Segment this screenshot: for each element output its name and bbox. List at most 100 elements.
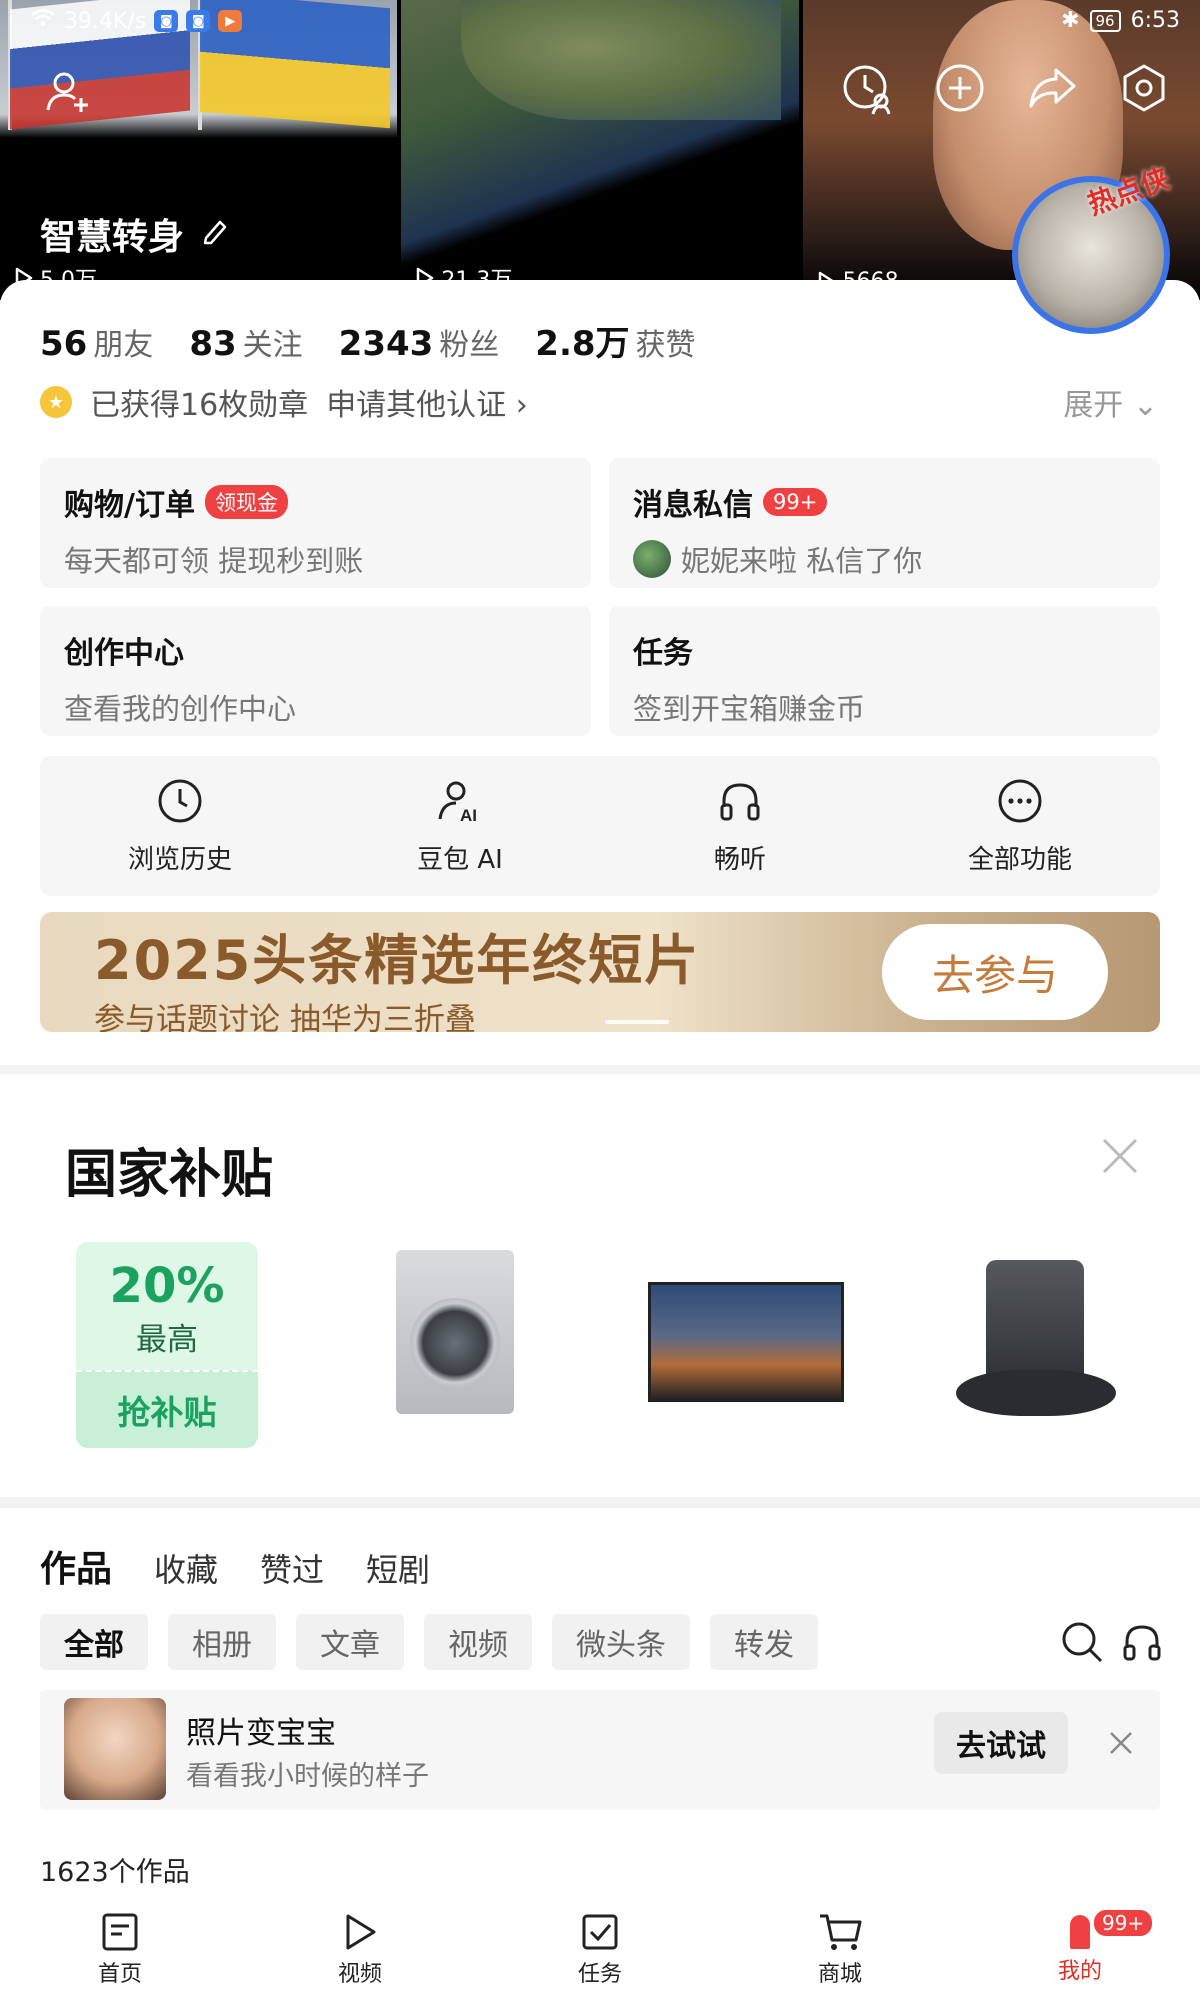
nav-mine[interactable]: 我的 99+	[960, 1900, 1200, 2000]
stat-fans[interactable]: 2343 粉丝	[339, 320, 500, 364]
status-bar-left: 39.4K/s ◙ ◙ ▶	[30, 8, 243, 34]
feature-label: 全部功能	[967, 844, 1072, 875]
feature-all[interactable]: 全部功能	[880, 756, 1160, 896]
product-washing-machine[interactable]	[396, 1250, 514, 1414]
quick-entry-grid: 购物/订单 领现金 每天都可领 提现秒到账 消息私信 99+ 妮妮来啦 私信了你 创…	[40, 458, 1160, 736]
filter-article[interactable]: 文章	[296, 1614, 404, 1670]
cart-icon	[818, 1912, 862, 1952]
filter-chips: 全部 相册 文章 视频 微头条 转发	[40, 1614, 818, 1670]
messages-card[interactable]: 消息私信 99+ 妮妮来啦 私信了你	[609, 458, 1160, 588]
card-title: 消息私信	[633, 488, 753, 523]
card-title: 创作中心	[64, 636, 184, 671]
bluetooth-icon: ✱	[1061, 8, 1080, 33]
stats-row: 56 朋友 83 关注 2343 粉丝 2.8万 获赞	[40, 316, 696, 365]
tab-short-drama[interactable]: 短剧	[366, 1545, 430, 1591]
feature-doubao-ai[interactable]: AI 豆包 AI	[320, 756, 600, 896]
close-icon[interactable]	[1106, 1728, 1136, 1762]
battery-icon: 96	[1089, 9, 1121, 32]
avatar	[633, 540, 671, 578]
filter-micro-post[interactable]: 微头条	[552, 1614, 690, 1670]
medal-text[interactable]: 已获得16枚勋章	[90, 380, 308, 424]
more-icon	[996, 777, 1044, 825]
feature-listen[interactable]: 畅听	[600, 756, 880, 896]
card-subtitle: 妮妮来啦 私信了你	[681, 544, 923, 578]
banner-subtitle: 参与话题讨论 抽华为三折叠	[94, 1002, 476, 1032]
nav-label: 视频	[337, 1962, 382, 1987]
subsidy-coupon[interactable]: 20% 最高 抢补贴	[76, 1242, 258, 1448]
profile-name: 智慧转身	[40, 208, 230, 260]
network-speed: 39.4K/s	[64, 8, 147, 34]
unread-badge: 99+	[763, 488, 828, 516]
section-title: 国家补贴	[65, 1145, 274, 1205]
filter-repost[interactable]: 转发	[710, 1614, 818, 1670]
profile-card: 56 朋友 83 关注 2343 粉丝 2.8万 获赞 ★ 已获得16枚勋章 申请其他认…	[0, 280, 1200, 1065]
tab-favorites[interactable]: 收藏	[154, 1545, 218, 1591]
works-tabs: 作品 收藏 赞过 短剧	[40, 1540, 430, 1592]
card-title: 任务	[633, 636, 693, 671]
add-friend-icon[interactable]	[44, 68, 92, 120]
tasks-card[interactable]: 任务 签到开宝箱赚金币	[609, 606, 1160, 736]
coupon-percent: 20%	[109, 1258, 225, 1314]
headphones-icon[interactable]	[1120, 1620, 1164, 1668]
photo-to-baby-promo[interactable]: 照片变宝宝 看看我小时候的样子 去试试	[40, 1690, 1160, 1810]
baby-photo-thumbnail	[64, 1698, 166, 1800]
task-icon	[580, 1912, 620, 1952]
promo-title: 照片变宝宝	[186, 1716, 336, 1751]
app-notification-icon: ▶	[218, 10, 243, 32]
video-icon	[340, 1912, 380, 1952]
feature-label: 畅听	[713, 844, 766, 875]
edit-icon[interactable]	[200, 214, 230, 255]
nav-video[interactable]: 视频	[240, 1900, 480, 2000]
visitor-history-icon[interactable]	[840, 62, 894, 116]
app-notification-icon: ◙	[154, 10, 179, 32]
feature-row: 浏览历史 AI 豆包 AI 畅听 全部功能	[40, 756, 1160, 896]
nav-label: 商城	[817, 1962, 862, 1987]
nav-task[interactable]: 任务	[480, 1900, 720, 2000]
coupon-max-label: 最高	[136, 1322, 198, 1358]
clock-icon	[156, 777, 204, 825]
cash-tag-badge: 领现金	[204, 485, 288, 519]
filter-album[interactable]: 相册	[168, 1614, 276, 1670]
certification-link[interactable]: 申请其他认证 ›	[326, 380, 528, 424]
stat-following[interactable]: 83 关注	[189, 320, 302, 364]
top-action-bar	[840, 62, 1170, 116]
filter-all[interactable]: 全部	[40, 1614, 148, 1670]
unread-badge: 99+	[1092, 1908, 1155, 1938]
expand-button[interactable]: 展开 ⌄	[1063, 380, 1158, 424]
nav-home[interactable]: 首页	[0, 1900, 240, 2000]
nav-label: 首页	[97, 1962, 142, 1987]
share-icon[interactable]	[1026, 62, 1078, 116]
close-icon[interactable]	[1100, 1136, 1140, 1180]
filter-video[interactable]: 视频	[424, 1614, 532, 1670]
nav-label: 任务	[577, 1962, 622, 1987]
product-tv[interactable]	[648, 1282, 844, 1402]
stat-friends[interactable]: 56 朋友	[40, 320, 153, 364]
feature-label: 浏览历史	[127, 844, 232, 875]
tab-liked[interactable]: 赞过	[260, 1545, 324, 1591]
shop-orders-card[interactable]: 购物/订单 领现金 每天都可领 提现秒到账	[40, 458, 591, 588]
ai-user-icon: AI	[436, 777, 484, 825]
tab-works[interactable]: 作品	[40, 1540, 112, 1592]
video-tile-2[interactable]: 21.3万	[401, 0, 799, 300]
app-notification-icon: ◙	[186, 10, 211, 32]
nav-mall[interactable]: 商城	[720, 1900, 960, 2000]
headphones-icon	[716, 777, 764, 825]
try-button[interactable]: 去试试	[934, 1712, 1068, 1774]
feature-label: 豆包 AI	[417, 844, 503, 875]
feature-history[interactable]: 浏览历史	[40, 756, 320, 896]
bottom-nav: 首页 视频 任务 商城 我的 99+	[0, 1900, 1200, 2000]
promo-banner[interactable]: 2025头条精选年终短片 参与话题讨论 抽华为三折叠 去参与	[40, 912, 1160, 1032]
search-icon[interactable]	[1060, 1620, 1104, 1668]
wifi-icon	[30, 8, 56, 34]
robot-base-image	[956, 1370, 1116, 1416]
stat-likes[interactable]: 2.8万 获赞	[535, 316, 695, 365]
card-subtitle: 查看我的创作中心	[64, 692, 297, 726]
join-button[interactable]: 去参与	[882, 924, 1108, 1020]
settings-icon[interactable]	[1118, 62, 1170, 116]
add-icon[interactable]	[934, 62, 986, 116]
card-subtitle: 每天都可领 提现秒到账	[64, 544, 364, 578]
grab-subsidy-button[interactable]: 抢补贴	[76, 1370, 258, 1448]
creator-center-card[interactable]: 创作中心 查看我的创作中心	[40, 606, 591, 736]
nav-label: 我的	[1057, 1959, 1102, 1984]
product-robot-vacuum[interactable]	[956, 1260, 1116, 1420]
